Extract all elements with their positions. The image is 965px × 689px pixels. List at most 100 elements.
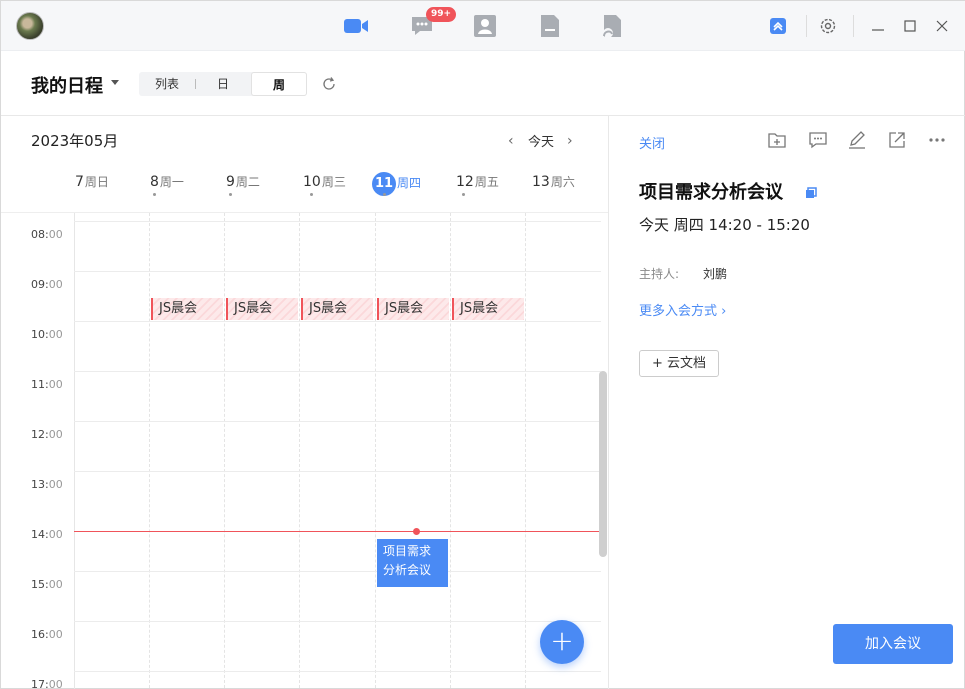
join-meeting-button[interactable]: 加入会议 (833, 624, 953, 664)
event-js-standup-wed[interactable]: JS晨会 (301, 298, 373, 320)
hour-label-h: 12 (31, 428, 45, 441)
gear-icon[interactable] (819, 17, 837, 35)
event-requirements-meeting[interactable]: 项目需求 分析会议 (377, 539, 448, 587)
day-weekday: 周三 (321, 175, 346, 189)
day-weekday: 周一 (159, 175, 184, 189)
view-switcher: 列表 日 周 (139, 72, 307, 96)
hour-label-m: 00 (48, 478, 63, 491)
hour-line (74, 571, 601, 572)
day-weekday: 周日 (84, 175, 109, 189)
day-column-divider (450, 213, 451, 689)
hour-label-h: 08 (31, 228, 45, 241)
event-js-standup-thu[interactable]: JS晨会 (377, 298, 449, 320)
hour-label-h: 17 (31, 678, 45, 689)
add-to-folder-icon[interactable] (767, 130, 787, 150)
prev-week-icon[interactable]: ‹ (508, 133, 514, 149)
day-column-divider (299, 213, 300, 689)
day-header-sat[interactable]: 13周六 (532, 173, 575, 197)
hour-label-m: 00 (48, 578, 63, 591)
hour-label: 12:00 (31, 428, 63, 441)
day-weekday: 周五 (474, 175, 499, 189)
event-dot (153, 193, 156, 196)
day-column-divider (525, 213, 526, 689)
day-weekday: 周六 (550, 175, 575, 189)
current-time-dot (413, 528, 420, 535)
event-js-standup-fri[interactable]: JS晨会 (452, 298, 524, 320)
hour-label-h: 13 (31, 478, 45, 491)
event-title-line: 分析会议 (383, 563, 432, 577)
event-dot (383, 193, 386, 196)
unread-badge: 99+ (426, 7, 457, 22)
day-number: 8 (150, 174, 159, 190)
time-axis-line (74, 213, 75, 689)
event-js-standup-tue[interactable]: JS晨会 (226, 298, 298, 320)
month-label: 2023年05月 (31, 132, 119, 150)
hour-label: 14:00 (31, 528, 63, 541)
edit-icon[interactable] (847, 130, 867, 150)
day-weekday: 周二 (235, 175, 260, 189)
title-bar: 99+ (1, 1, 965, 51)
app-window: 99+ 我的日程 列表 日 周 2023年05月 ‹ 今天 › 7周日 8周一 … (0, 0, 965, 689)
view-tab-week[interactable]: 周 (251, 72, 307, 96)
hour-line (74, 621, 601, 622)
docs-icon[interactable] (537, 13, 563, 39)
hour-label: 09:00 (31, 278, 63, 291)
day-column-divider (149, 213, 150, 689)
hour-line (74, 471, 601, 472)
contacts-icon[interactable] (472, 13, 498, 39)
hour-label: 15:00 (31, 578, 63, 591)
refresh-icon[interactable] (321, 76, 337, 92)
more-icon[interactable] (927, 130, 947, 150)
hour-label-h: 11 (31, 378, 45, 391)
hour-label: 08:00 (31, 228, 63, 241)
maximize-icon[interactable] (901, 17, 919, 35)
hour-label-m: 00 (48, 278, 63, 291)
close-icon[interactable] (933, 17, 951, 35)
hour-label: 16:00 (31, 628, 63, 641)
message-icon[interactable] (808, 130, 828, 150)
caret-down-icon[interactable] (111, 80, 119, 85)
add-cloud-doc-button[interactable]: + 云文档 (639, 350, 719, 377)
hour-label-m: 00 (48, 378, 63, 391)
grid-top-border (1, 212, 608, 213)
hour-label: 17:00 (31, 678, 63, 689)
day-number: 12 (456, 174, 474, 190)
hour-label: 10:00 (31, 328, 63, 341)
day-header-thu-today[interactable]: 11 周四 (372, 172, 421, 196)
day-number: 10 (303, 174, 321, 190)
view-tab-list[interactable]: 列表 (139, 72, 195, 96)
event-detail-panel: 关闭 项目需求分析会议 今天 周四 14:20 - 15:20 主持人: 刘鹏 … (609, 116, 965, 689)
hour-label-h: 16 (31, 628, 45, 641)
video-icon[interactable] (343, 13, 369, 39)
avatar[interactable] (16, 12, 44, 40)
add-event-button[interactable]: + (540, 620, 584, 664)
event-js-standup-mon[interactable]: JS晨会 (151, 298, 223, 320)
minimize-icon[interactable] (869, 17, 887, 35)
day-header-sun[interactable]: 7周日 (75, 173, 109, 197)
close-panel-link[interactable]: 关闭 (639, 133, 665, 152)
host-name[interactable]: 刘鹏 (703, 265, 727, 282)
collapse-up-icon[interactable] (769, 17, 787, 35)
share-icon[interactable] (887, 130, 907, 150)
copy-icon[interactable] (805, 184, 817, 198)
view-tab-day[interactable]: 日 (196, 72, 250, 96)
cloud-drive-icon[interactable] (599, 13, 625, 39)
hour-label-m: 00 (48, 228, 63, 241)
day-weekday: 周四 (397, 176, 422, 190)
hour-label-m: 00 (48, 678, 63, 689)
hour-label-m: 00 (48, 528, 63, 541)
hour-label-h: 14 (31, 528, 45, 541)
event-time: 今天 周四 14:20 - 15:20 (639, 216, 810, 234)
hour-line (74, 321, 601, 322)
page-title[interactable]: 我的日程 (31, 72, 103, 98)
hour-label-h: 10 (31, 328, 45, 341)
next-week-icon[interactable]: › (567, 133, 573, 149)
scrollbar[interactable] (599, 371, 607, 557)
day-column-divider (375, 213, 376, 689)
host-label: 主持人: (639, 267, 680, 281)
more-join-options-link[interactable]: 更多入会方式 › (639, 300, 726, 319)
today-button[interactable]: 今天 (528, 131, 554, 150)
day-number: 7 (75, 174, 84, 190)
hour-line (74, 371, 601, 372)
hour-label-m: 00 (48, 428, 63, 441)
